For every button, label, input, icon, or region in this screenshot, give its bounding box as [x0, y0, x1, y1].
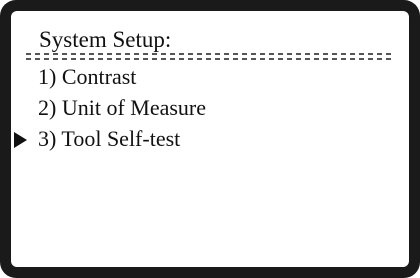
- device-frame: System Setup: 1) Contrast 2) Unit of Mea…: [0, 0, 420, 278]
- lcd-screen: System Setup: 1) Contrast 2) Unit of Mea…: [11, 11, 409, 267]
- screen-title: System Setup:: [39, 27, 172, 52]
- title-divider: [26, 53, 394, 60]
- menu-item-label: 1) Contrast: [38, 64, 137, 89]
- menu-item-label: 3) Tool Self-test: [38, 126, 181, 151]
- selection-pointer-icon: [14, 132, 27, 148]
- menu-item-label: 2) Unit of Measure: [38, 95, 207, 120]
